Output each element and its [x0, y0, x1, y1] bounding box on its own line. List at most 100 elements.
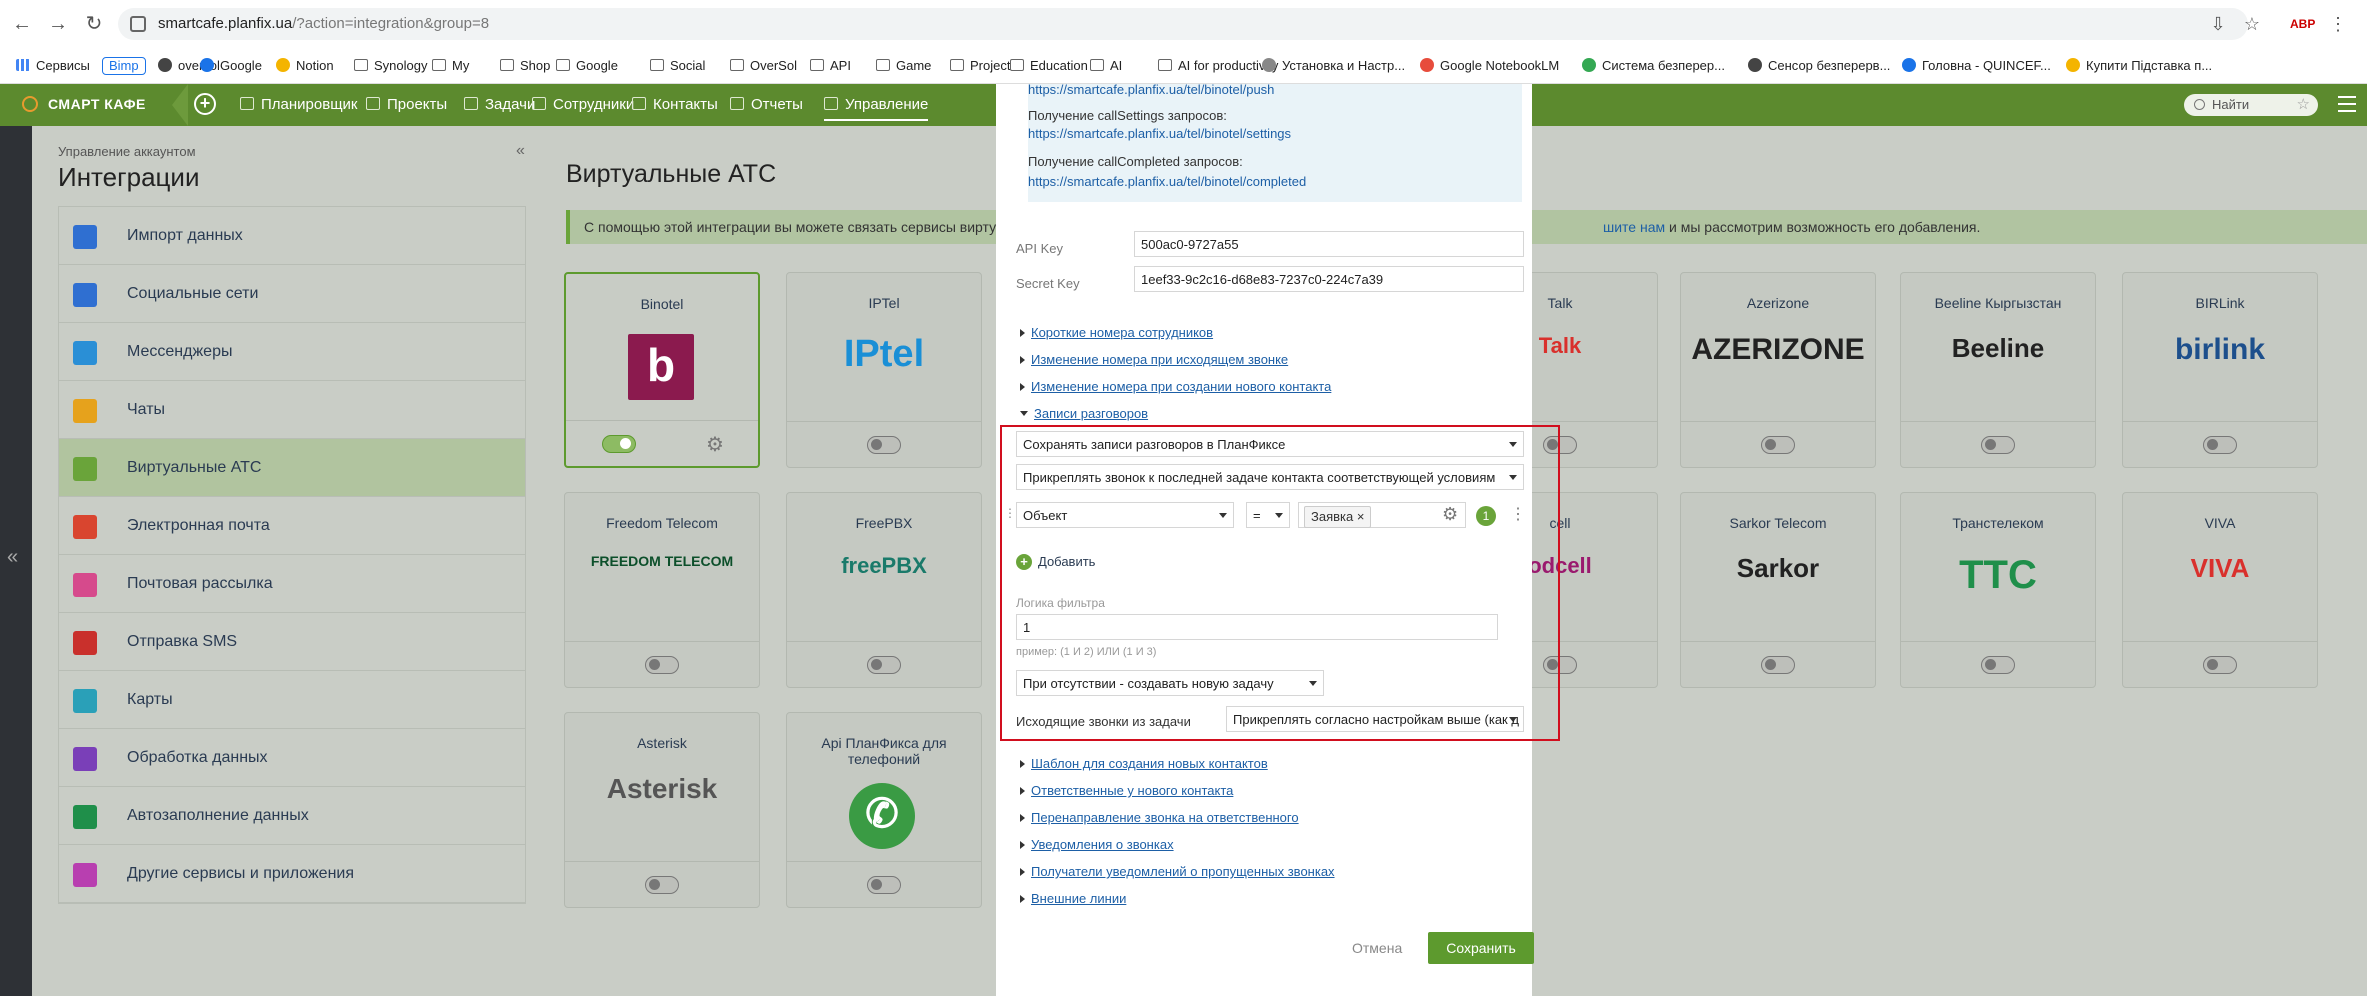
settings-gear-icon[interactable]: ⚙: [706, 432, 724, 457]
bookmark-item[interactable]: Project: [950, 56, 1010, 76]
provider-card[interactable]: Sarkor Telecom Sarkor: [1680, 492, 1876, 688]
install-icon[interactable]: ⇩: [2206, 12, 2230, 36]
breadcrumb[interactable]: Управление аккаунтом: [58, 144, 196, 159]
bookmark-item[interactable]: Shop: [500, 56, 550, 76]
bookmark-item[interactable]: AI: [1090, 56, 1122, 76]
enable-toggle[interactable]: [2203, 656, 2237, 674]
provider-card[interactable]: Beeline Кыргызстан Beeline: [1900, 272, 2096, 468]
reload-icon[interactable]: ↻: [82, 12, 106, 36]
enable-toggle[interactable]: [1761, 436, 1795, 454]
bookmark-item[interactable]: Google: [556, 56, 618, 76]
bookmark-item[interactable]: Notion: [276, 56, 334, 76]
menu-item[interactable]: Контакты: [632, 96, 718, 113]
sidebar-item[interactable]: Электронная почта: [59, 497, 525, 555]
enable-toggle[interactable]: [867, 656, 901, 674]
provider-card[interactable]: Asterisk Asterisk: [564, 712, 760, 908]
provider-card[interactable]: IPTel IPtel: [786, 272, 982, 468]
provider-card[interactable]: Api ПланФикса для телефоний ✆: [786, 712, 982, 908]
cancel-button[interactable]: Отмена: [1352, 940, 1402, 956]
settings-section[interactable]: Ответственные у нового контакта: [1020, 783, 1233, 798]
settings-section[interactable]: Шаблон для создания новых контактов: [1020, 756, 1268, 771]
settings-url[interactable]: https://smartcafe.planfix.ua/tel/binotel…: [1028, 126, 1291, 141]
bookmark-item[interactable]: Bimp: [102, 56, 146, 76]
provider-card[interactable]: Транстелеком TTC: [1900, 492, 2096, 688]
adblock-icon[interactable]: ABP: [2290, 12, 2315, 36]
sidebar-item[interactable]: Чаты: [59, 381, 525, 439]
star-icon[interactable]: ☆: [2297, 95, 2310, 113]
bookmark-item[interactable]: Сервисы: [16, 56, 90, 76]
enable-toggle[interactable]: [2203, 436, 2237, 454]
bookmark-item[interactable]: Google: [200, 56, 262, 76]
app-logo[interactable]: СМАРТ КАФЕ: [22, 96, 146, 112]
settings-section[interactable]: Перенаправление звонка на ответственного: [1020, 810, 1299, 825]
bookmark-item[interactable]: AI for productivity: [1158, 56, 1278, 76]
provider-card[interactable]: Azerizone AZERIZONE: [1680, 272, 1876, 468]
bookmark-item[interactable]: Google NotebookLM: [1420, 56, 1559, 76]
menu-item[interactable]: Проекты: [366, 96, 447, 113]
hamburger-icon[interactable]: [2338, 96, 2356, 112]
bookmark-item[interactable]: Купити Підставка п...: [2066, 56, 2212, 76]
menu-item[interactable]: Задачи: [464, 96, 535, 113]
provider-card[interactable]: VIVA VIVA: [2122, 492, 2318, 688]
enable-toggle[interactable]: [645, 656, 679, 674]
info-link[interactable]: шите нам: [1603, 219, 1665, 235]
menu-item[interactable]: Отчеты: [730, 96, 803, 113]
enable-toggle[interactable]: [1761, 656, 1795, 674]
expand-icon[interactable]: «: [7, 546, 18, 569]
bookmark-item[interactable]: Головна - QUINCEF...: [1902, 56, 2051, 76]
menu-item[interactable]: Сотрудники: [532, 96, 634, 113]
enable-toggle[interactable]: [602, 435, 636, 453]
settings-section[interactable]: Уведомления о звонках: [1020, 837, 1174, 852]
bookmark-item[interactable]: Система безперер...: [1582, 56, 1725, 76]
section-new-contact-number[interactable]: Изменение номера при создании нового кон…: [1020, 379, 1331, 394]
bookmark-item[interactable]: My: [432, 56, 469, 76]
sidebar-item[interactable]: Импорт данных: [59, 207, 525, 265]
sidebar-item[interactable]: Виртуальные АТС: [59, 439, 525, 497]
sidebar-item[interactable]: Карты: [59, 671, 525, 729]
bookmark-star-icon[interactable]: ☆: [2240, 12, 2264, 36]
enable-toggle[interactable]: [867, 876, 901, 894]
add-icon[interactable]: +: [194, 93, 216, 115]
address-bar[interactable]: smartcafe.planfix.ua/?action=integration…: [118, 8, 2248, 40]
enable-toggle[interactable]: [1981, 436, 2015, 454]
sidebar-item[interactable]: Отправка SMS: [59, 613, 525, 671]
section-outgoing-number[interactable]: Изменение номера при исходящем звонке: [1020, 352, 1288, 367]
completed-url[interactable]: https://smartcafe.planfix.ua/tel/binotel…: [1028, 174, 1306, 189]
bookmark-item[interactable]: Synology: [354, 56, 427, 76]
enable-toggle[interactable]: [645, 876, 679, 894]
sidebar-item[interactable]: Мессенджеры: [59, 323, 525, 381]
api-key-field[interactable]: 500ac0-9727a55: [1134, 231, 1524, 257]
forward-icon[interactable]: →: [46, 12, 70, 36]
search-input[interactable]: Найти ☆: [2184, 94, 2318, 116]
sidebar-item[interactable]: Социальные сети: [59, 265, 525, 323]
sidebar-item[interactable]: Другие сервисы и приложения: [59, 845, 525, 903]
settings-section[interactable]: Внешние линии: [1020, 891, 1126, 906]
section-short-numbers[interactable]: Короткие номера сотрудников: [1020, 325, 1213, 340]
sidebar-item[interactable]: Почтовая рассылка: [59, 555, 525, 613]
provider-card[interactable]: Binotel b ⚙: [564, 272, 760, 468]
bookmark-item[interactable]: Сенсор безперерв...: [1748, 56, 1890, 76]
menu-item[interactable]: Управление: [824, 96, 929, 121]
enable-toggle[interactable]: [867, 436, 901, 454]
sidebar-item[interactable]: Обработка данных: [59, 729, 525, 787]
settings-section[interactable]: Получатели уведомлений о пропущенных зво…: [1020, 864, 1335, 879]
collapse-icon[interactable]: «: [516, 142, 525, 160]
bookmark-item[interactable]: API: [810, 56, 851, 76]
bookmark-item[interactable]: Game: [876, 56, 931, 76]
bookmark-item[interactable]: OverSol: [730, 56, 797, 76]
save-button[interactable]: Сохранить: [1428, 932, 1534, 964]
back-icon[interactable]: ←: [10, 12, 34, 36]
enable-toggle[interactable]: [1981, 656, 2015, 674]
bookmark-item[interactable]: Установка и Настр...: [1262, 56, 1405, 76]
site-info-icon[interactable]: [130, 16, 146, 32]
menu-item[interactable]: Планировщик: [240, 96, 357, 113]
provider-card[interactable]: FreePBX freePBX: [786, 492, 982, 688]
provider-card[interactable]: BIRLink birlink: [2122, 272, 2318, 468]
sidebar-item[interactable]: Автозаполнение данных: [59, 787, 525, 845]
menu-dots-icon[interactable]: ⋮: [2326, 12, 2350, 36]
provider-card[interactable]: Freedom Telecom FREEDOM TELECOM: [564, 492, 760, 688]
secret-key-field[interactable]: 1eef33-9c2c16-d68e83-7237c0-224c7a39: [1134, 266, 1524, 292]
push-url[interactable]: https://smartcafe.planfix.ua/tel/binotel…: [1028, 82, 1274, 97]
bookmark-item[interactable]: Social: [650, 56, 705, 76]
bookmark-item[interactable]: Education: [1010, 56, 1088, 76]
